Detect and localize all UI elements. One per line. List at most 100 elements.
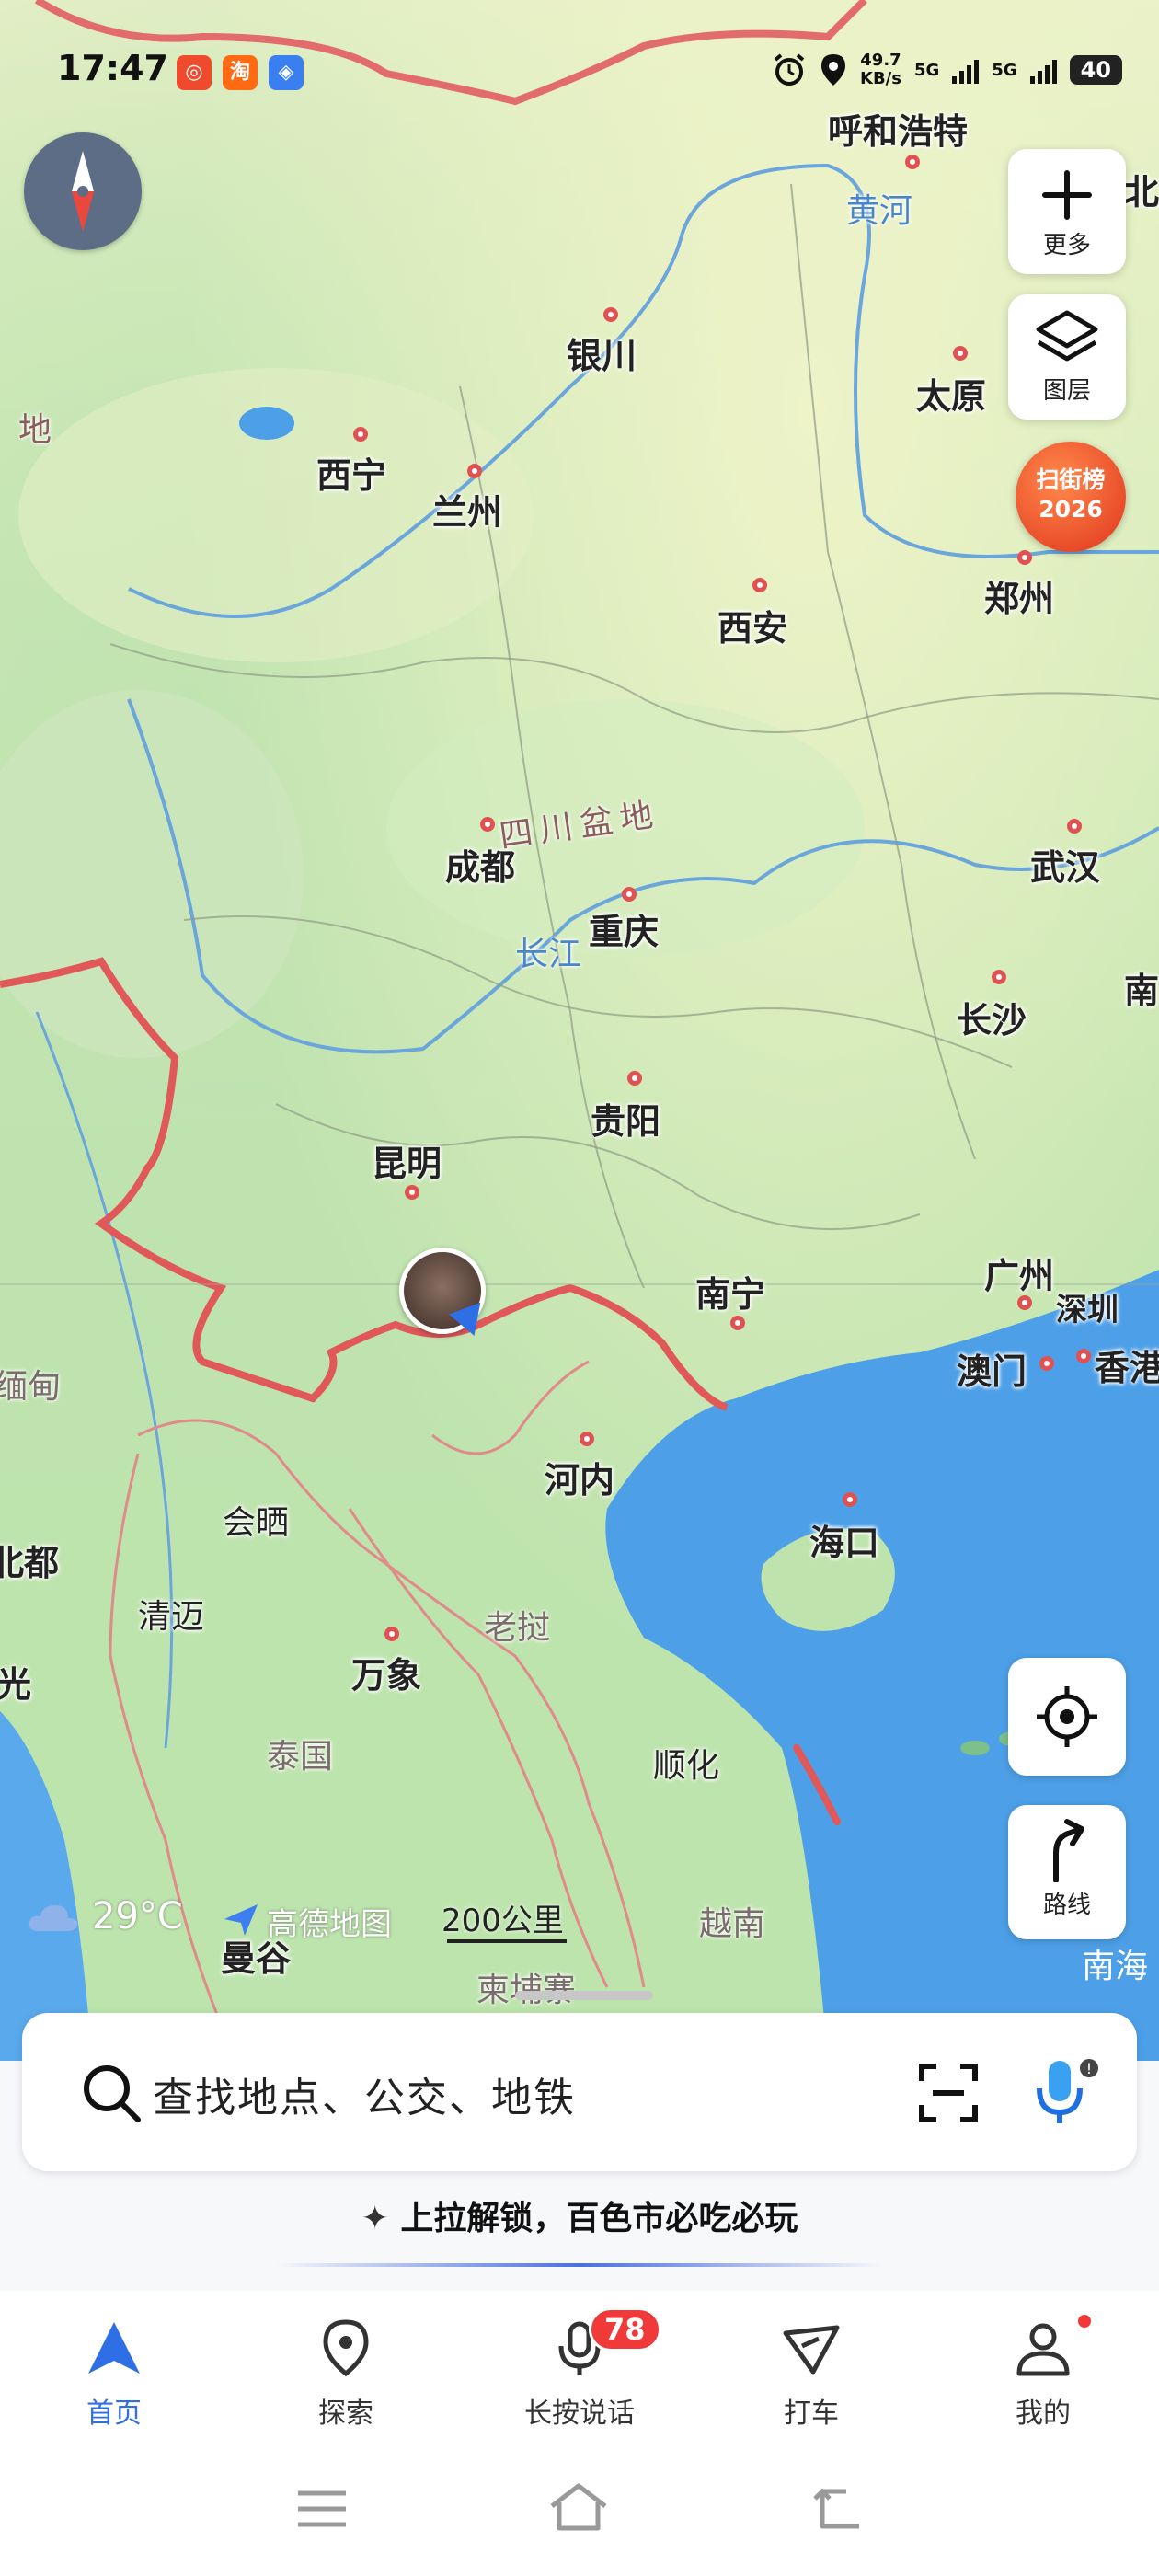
city-dot[interactable] [843, 1492, 857, 1507]
city-label-north-partial[interactable]: 北 [1124, 164, 1159, 214]
unlock-promo-banner[interactable]: ✦ 上拉解锁，百色市必吃必玩 [0, 2191, 1159, 2239]
layers-button[interactable]: 图层 [1008, 294, 1126, 420]
city-label-bei-partial[interactable]: 北都 [0, 1535, 59, 1585]
city-dot[interactable] [467, 464, 482, 478]
city-dot[interactable] [384, 1627, 399, 1641]
city-dot[interactable] [953, 346, 968, 361]
city-dot[interactable] [580, 1432, 594, 1446]
city-label-wuhan[interactable]: 武汉 [1030, 839, 1100, 890]
compass-icon [72, 151, 94, 232]
menu-icon[interactable] [294, 2486, 350, 2532]
promo-line-1: 扫街榜 [1036, 466, 1106, 493]
search-bar[interactable]: 查找地点、公交、地铁 ! [22, 2013, 1137, 2171]
region-label-partial: 地 [18, 411, 60, 449]
tab-home-label: 首页 [86, 2398, 142, 2430]
search-input[interactable]: 查找地点、公交、地铁 [153, 2064, 576, 2123]
scan-icon[interactable] [916, 2061, 981, 2125]
city-label-vientiane[interactable]: 万象 [351, 1647, 421, 1697]
back-icon[interactable] [809, 2482, 865, 2534]
more-button[interactable]: 更多 [1008, 149, 1126, 274]
messenger-app-icon: ◈ [269, 55, 304, 90]
svg-text:!: ! [1086, 2060, 1092, 2077]
city-dot[interactable] [905, 155, 920, 169]
tab-explore[interactable]: 探索 [254, 2318, 438, 2431]
map-canvas[interactable]: 呼和浩特 银川 太原 西宁 兰州 郑州 西安 成都 武汉 重庆 长沙 贵阳 昆明… [0, 0, 1159, 2061]
battery-level: 40 [1069, 55, 1122, 85]
plus-icon [1042, 170, 1092, 220]
city-label-hue[interactable]: 顺化 [653, 1739, 719, 1787]
city-label-xian[interactable]: 西安 [717, 600, 787, 650]
search-icon [84, 2065, 141, 2122]
person-icon [1016, 2323, 1070, 2376]
city-label-chongqing[interactable]: 重庆 [589, 903, 659, 954]
drag-handle[interactable] [515, 1991, 653, 2000]
signal-bars-icon [952, 56, 980, 84]
locate-me-button[interactable] [1008, 1658, 1126, 1776]
street-ranking-promo-button[interactable]: 扫街榜 2026 [1016, 442, 1126, 552]
tab-voice[interactable]: 78 长按说话 [488, 2307, 671, 2431]
status-time: 17:47 [57, 48, 168, 88]
unlock-promo-text: 上拉解锁，百色市必吃必玩 [400, 2200, 798, 2237]
city-dot[interactable] [480, 817, 495, 832]
map-pin-icon [323, 2319, 369, 2377]
city-label-xining[interactable]: 西宁 [316, 447, 386, 498]
city-label-macau[interactable]: 澳门 [957, 1343, 1027, 1394]
city-dot[interactable] [627, 1071, 642, 1086]
city-label-chiangmai[interactable]: 清迈 [138, 1590, 204, 1638]
crosshair-icon [1037, 1686, 1097, 1747]
city-dot[interactable] [1039, 1356, 1054, 1371]
city-dot[interactable] [353, 427, 368, 442]
city-label-hanoi[interactable]: 河内 [545, 1452, 614, 1502]
city-label-changsha[interactable]: 长沙 [957, 992, 1027, 1042]
city-label-guang-partial[interactable]: 光 [0, 1656, 31, 1707]
tab-taxi[interactable]: 打车 [719, 2318, 903, 2431]
city-dot[interactable] [992, 970, 1006, 984]
promo-line-2: 2026 [1039, 496, 1103, 523]
city-label-guangzhou[interactable]: 广州 [984, 1248, 1054, 1298]
city-label-huishai[interactable]: 会晒 [223, 1496, 289, 1544]
city-label-lanzhou[interactable]: 兰州 [432, 484, 502, 535]
city-label-haikou[interactable]: 海口 [809, 1514, 879, 1565]
city-dot[interactable] [405, 1185, 419, 1200]
city-label-zhengzhou[interactable]: 郑州 [984, 570, 1054, 621]
city-dot[interactable] [1067, 819, 1082, 834]
tab-voice-label: 长按说话 [524, 2398, 635, 2430]
country-label-myanmar: 缅甸 [0, 1368, 62, 1406]
home-arrow-icon [88, 2322, 140, 2374]
compass-button[interactable] [24, 132, 142, 250]
route-button[interactable]: 路线 [1008, 1805, 1126, 1939]
tab-home[interactable]: 首页 [22, 2318, 206, 2431]
city-label-shenzhen[interactable]: 深圳 [1056, 1284, 1119, 1329]
taxi-icon [783, 2325, 840, 2375]
city-label-taiyuan[interactable]: 太原 [916, 368, 986, 419]
city-label-guiyang[interactable]: 贵阳 [591, 1093, 660, 1144]
promo-underline [276, 2263, 883, 2267]
country-label-thailand: 泰国 [267, 1738, 334, 1776]
tab-explore-label: 探索 [318, 2398, 373, 2430]
profile-notification-dot [1078, 2315, 1091, 2328]
city-dot[interactable] [622, 887, 637, 902]
tab-profile[interactable]: 我的 [951, 2315, 1135, 2431]
weibo-app-icon: ◎ [177, 55, 212, 90]
city-label-nan-partial[interactable]: 南 [1124, 962, 1159, 1013]
signal-bars-icon [1029, 56, 1057, 84]
city-label-kunming[interactable]: 昆明 [372, 1135, 442, 1186]
city-dot[interactable] [752, 578, 767, 592]
voice-mic-icon[interactable]: ! [1028, 2055, 1102, 2129]
sim2-label: 5G [992, 60, 1017, 80]
city-dot[interactable] [1017, 550, 1032, 565]
layers-label: 图层 [1042, 377, 1091, 405]
city-label-nanning[interactable]: 南宁 [695, 1266, 765, 1317]
city-dot[interactable] [730, 1316, 745, 1330]
city-dot[interactable] [603, 307, 618, 322]
weather-widget[interactable]: 29°C [26, 1895, 183, 1938]
city-dot[interactable] [1076, 1349, 1091, 1363]
scale-bar [447, 1939, 567, 1943]
more-label: 更多 [1042, 232, 1091, 259]
city-label-yinchuan[interactable]: 银川 [567, 328, 637, 378]
sparkle-icon: ✦ [361, 2200, 389, 2237]
sim1-label: 5G [913, 60, 940, 80]
system-navigation-bar [0, 2456, 1159, 2576]
city-label-hongkong[interactable]: 香港 [1095, 1340, 1159, 1390]
home-icon[interactable] [546, 2480, 611, 2532]
